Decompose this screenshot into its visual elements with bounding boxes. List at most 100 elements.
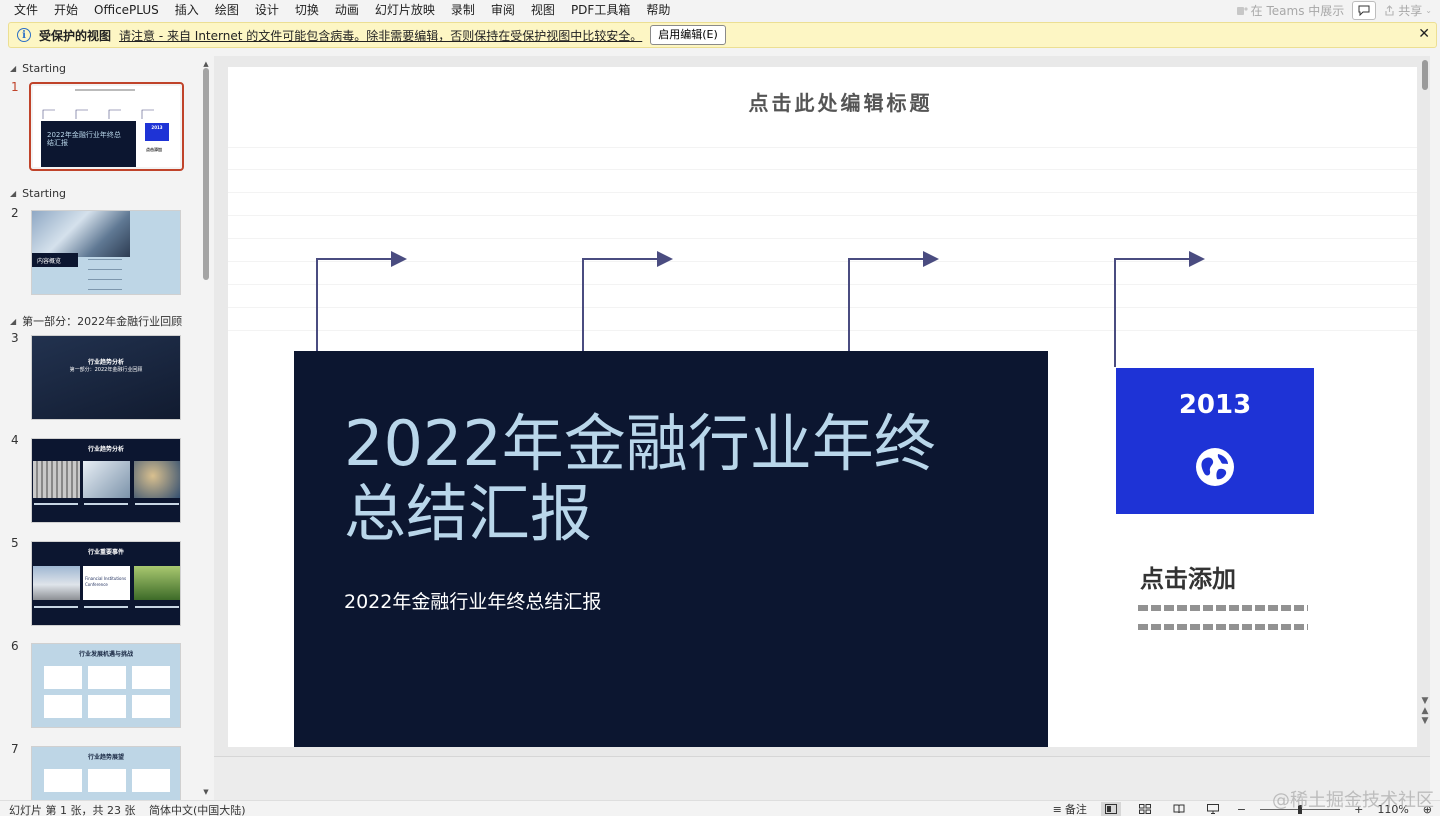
menu-design[interactable]: 设计	[247, 0, 287, 21]
menu-pdf-toolbox[interactable]: PDF工具箱	[563, 0, 638, 21]
section-header[interactable]: ◢ Starting	[10, 187, 66, 200]
add-text-title[interactable]: 点击添加	[1140, 559, 1236, 594]
watermark: @稀土掘金技术社区	[1272, 790, 1434, 811]
next-slide-icon[interactable]: ▼	[1420, 716, 1430, 726]
book-icon	[1173, 804, 1185, 814]
thumb-text-line	[34, 503, 78, 505]
section-header[interactable]: ◢ Starting	[10, 62, 66, 75]
slide-sorter-button[interactable]	[1135, 802, 1155, 816]
share-button[interactable]: 共享 ⌄	[1384, 2, 1432, 19]
thumb-card	[44, 666, 82, 689]
slide-number: 5	[11, 536, 19, 550]
menu-insert[interactable]: 插入	[167, 0, 207, 21]
present-in-teams-button[interactable]: 在 Teams 中展示	[1236, 2, 1344, 19]
slide-canvas[interactable]: 点击此处编辑标题 2022年金融行业年终 总结汇报 2022年金融行业年终总结汇…	[228, 67, 1417, 747]
main-subtitle[interactable]: 2022年金融行业年终总结汇报	[344, 587, 601, 614]
thumb-card	[88, 769, 126, 792]
thumbnail-scrollbar[interactable]: ▲ ▼	[202, 60, 210, 800]
protected-view-bar: i 受保护的视图 请注意 - 来自 Internet 的文件可能包含病毒。除非需…	[8, 22, 1437, 48]
thumb-text-line	[88, 259, 122, 260]
thumb-text-line	[34, 606, 78, 608]
menu-home[interactable]: 开始	[46, 0, 86, 21]
slideshow-button[interactable]	[1203, 802, 1223, 816]
year-box[interactable]: 2013	[1116, 368, 1314, 514]
slide-number: 4	[11, 433, 19, 447]
thumbnail-slide-3[interactable]: 行业趋势分析 第一部分：2022年金融行业回顾	[31, 335, 181, 420]
slide-number: 2	[11, 206, 19, 220]
globe-icon	[1196, 448, 1234, 486]
thumbnail-slide-7[interactable]: 行业趋势展望	[31, 746, 181, 800]
slide-number: 1	[11, 80, 19, 94]
conference-title: Financial Institutions	[85, 576, 127, 581]
share-icon	[1385, 5, 1394, 16]
thumb-title: 行业趋势展望	[87, 754, 124, 761]
finance-image	[83, 461, 130, 498]
menu-review[interactable]: 审阅	[483, 0, 523, 21]
thumbnail-canvas: 行业重要事件 Financial Institutions Conference	[32, 542, 180, 625]
thumbnail-slide-1[interactable]: 2022年金融行业年终总结汇报 2013 点击添加	[29, 82, 184, 171]
thumb-text-line	[88, 289, 122, 290]
collapse-caret-icon: ◢	[10, 189, 17, 198]
editor-scrollbar-thumb[interactable]	[1422, 60, 1428, 90]
previous-slide-icon[interactable]: ▲	[1420, 706, 1430, 716]
menu-transitions[interactable]: 切换	[287, 0, 327, 21]
enable-editing-button[interactable]: 启用编辑(E)	[650, 25, 726, 45]
thumb-arrows	[42, 109, 154, 119]
ribbon-tabs: 文件 开始 OfficePLUS 插入 绘图 设计 切换 动画 幻灯片放映 录制…	[0, 0, 678, 21]
reading-view-button[interactable]	[1169, 802, 1189, 816]
menu-help[interactable]: 帮助	[638, 0, 678, 21]
notes-button[interactable]: ≡ 备注	[1053, 801, 1087, 816]
tech-image	[134, 461, 180, 498]
thumbnail-canvas: 行业发展机遇与挑战	[32, 644, 180, 727]
menu-animations[interactable]: 动画	[327, 0, 367, 21]
slide-editor: 点击此处编辑标题 2022年金融行业年终 总结汇报 2022年金融行业年终总结汇…	[214, 56, 1430, 800]
scroll-down-icon[interactable]: ▼	[1420, 696, 1430, 706]
slide-nav-arrows[interactable]: ▼ ▲ ▼	[1420, 696, 1430, 726]
protected-view-message[interactable]: 请注意 - 来自 Internet 的文件可能包含病毒。除非需要编辑，否则保持在…	[119, 27, 642, 44]
normal-view-button[interactable]	[1100, 802, 1121, 816]
thumb-title: 行业重要事件	[87, 549, 124, 556]
menu-slideshow[interactable]: 幻灯片放映	[367, 0, 443, 21]
title-panel[interactable]: 2022年金融行业年终 总结汇报 2022年金融行业年终总结汇报	[294, 351, 1048, 747]
thumb-card	[88, 666, 126, 689]
menu-draw[interactable]: 绘图	[207, 0, 247, 21]
section-header[interactable]: ◢ 第一部分：2022年金融行业回顾	[10, 313, 182, 329]
collapse-caret-icon: ◢	[10, 64, 17, 73]
thumb-card	[88, 695, 126, 718]
protected-view-title: 受保护的视图	[39, 28, 112, 43]
thumb-title: 行业趋势分析	[87, 446, 124, 453]
library-image	[33, 461, 80, 498]
thumbnail-slide-6[interactable]: 行业发展机遇与挑战	[31, 643, 181, 728]
zoom-out-icon[interactable]: −	[1237, 803, 1246, 816]
thumbnail-slide-2[interactable]: 内容概览	[31, 210, 181, 295]
thumbnail-slide-5[interactable]: 行业重要事件 Financial Institutions Conference	[31, 541, 181, 626]
thumb-card	[132, 666, 170, 689]
conference-image: Financial Institutions Conference	[83, 566, 130, 600]
menu-record[interactable]: 录制	[443, 0, 483, 21]
conference-subtitle: Conference	[85, 582, 108, 587]
language-indicator[interactable]: 简体中文(中国大陆)	[149, 802, 246, 816]
chevron-down-icon: ⌄	[1425, 6, 1432, 15]
slide-count: 幻灯片 第 1 张，共 23 张	[9, 804, 136, 816]
thumbnail-canvas: 行业趋势展望	[32, 747, 180, 800]
thumb-card	[132, 695, 170, 718]
menu-officeplus[interactable]: OfficePLUS	[86, 0, 167, 21]
slide-thumbnail-pane: ◢ Starting 1 2022年金融行业年终总结汇报 2013 点击添加 ◢…	[0, 56, 214, 800]
nature-image	[134, 566, 180, 600]
thumb-title: 内容概览	[37, 258, 62, 265]
thumb-text-line	[88, 269, 122, 270]
thumb-label-box: 内容概览	[32, 253, 78, 267]
scroll-up-icon[interactable]: ▲	[202, 60, 210, 68]
thumbnail-canvas: 2022年金融行业年终总结汇报 2013 点击添加	[33, 86, 180, 167]
comment-icon	[1358, 5, 1370, 16]
menu-view[interactable]: 视图	[523, 0, 563, 21]
menu-file[interactable]: 文件	[6, 0, 46, 21]
thumb-text-line	[88, 279, 122, 280]
scrollbar-thumb[interactable]	[203, 68, 209, 280]
scroll-down-icon[interactable]: ▼	[202, 788, 210, 796]
comments-button[interactable]	[1352, 1, 1377, 20]
main-title[interactable]: 2022年金融行业年终 总结汇报	[344, 409, 936, 549]
year-label: 2013	[1178, 390, 1252, 420]
close-icon[interactable]: ✕	[1418, 26, 1430, 42]
thumbnail-slide-4[interactable]: 行业趋势分析	[31, 438, 181, 523]
